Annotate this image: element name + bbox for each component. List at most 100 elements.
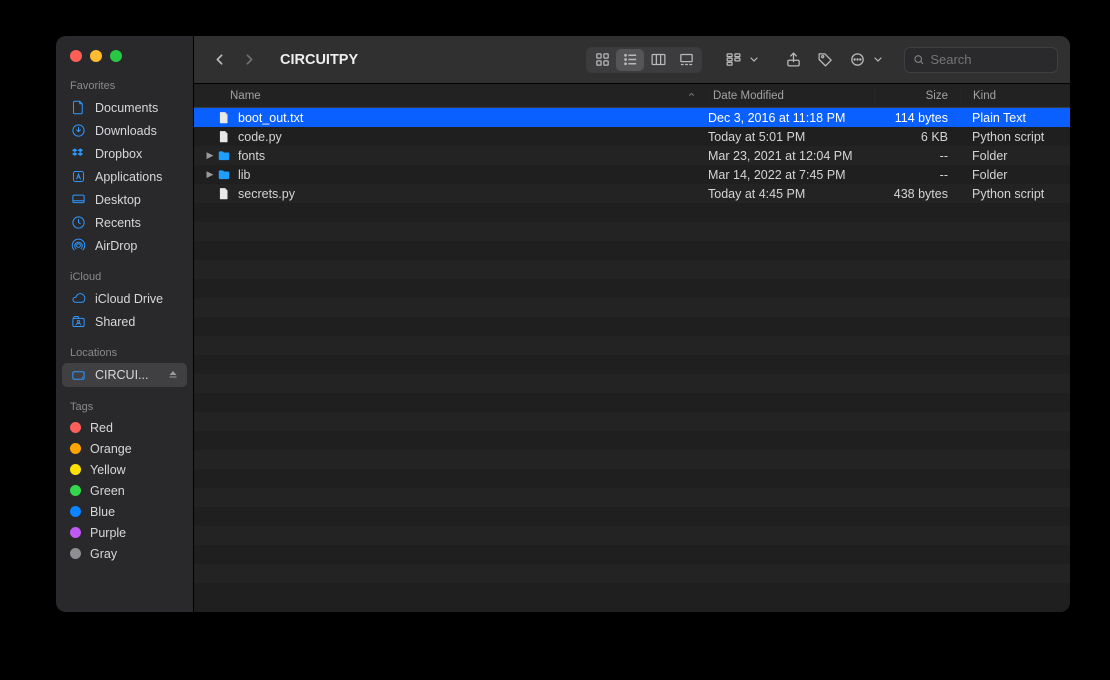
sidebar-item[interactable]: Yellow bbox=[56, 459, 193, 480]
action-menu-caret-icon[interactable] bbox=[872, 47, 884, 73]
empty-row bbox=[194, 488, 1070, 507]
column-header-name-label: Name bbox=[230, 90, 261, 102]
main-panel: CIRCUITPY bbox=[194, 36, 1070, 612]
file-row[interactable]: ▶fontsMar 23, 2021 at 12:04 PM--Folder bbox=[194, 146, 1070, 165]
column-view-button[interactable] bbox=[644, 49, 672, 71]
sidebar-item-label: Orange bbox=[90, 442, 132, 456]
sidebar-item[interactable]: Downloads bbox=[56, 119, 193, 142]
sidebar-item[interactable]: Recents bbox=[56, 211, 193, 234]
disclosure-triangle-icon[interactable]: ▶ bbox=[204, 150, 216, 161]
sidebar-item[interactable]: Documents bbox=[56, 96, 193, 119]
file-kind: Plain Text bbox=[960, 111, 1070, 125]
action-menu-button[interactable] bbox=[844, 47, 870, 73]
file-kind: Folder bbox=[960, 168, 1070, 182]
tag-dot-icon bbox=[70, 527, 81, 538]
sidebar-item[interactable]: Purple bbox=[56, 522, 193, 543]
file-name: lib bbox=[238, 168, 251, 182]
group-by-button[interactable] bbox=[720, 47, 746, 73]
file-date: Today at 5:01 PM bbox=[708, 130, 874, 144]
forward-button[interactable] bbox=[236, 47, 262, 73]
column-header-size[interactable]: Size bbox=[874, 90, 960, 102]
sidebar-section-label: Favorites bbox=[56, 72, 193, 96]
search-icon bbox=[913, 53, 924, 66]
empty-row bbox=[194, 393, 1070, 412]
fullscreen-window-button[interactable] bbox=[110, 50, 122, 62]
sidebar-item[interactable]: Shared bbox=[56, 310, 193, 333]
file-list[interactable]: boot_out.txtDec 3, 2016 at 11:18 PM114 b… bbox=[194, 108, 1070, 612]
file-size: -- bbox=[874, 168, 960, 182]
disclosure-triangle-icon[interactable]: ▶ bbox=[204, 169, 216, 180]
tag-dot-icon bbox=[70, 464, 81, 475]
empty-row bbox=[194, 222, 1070, 241]
empty-row bbox=[194, 583, 1070, 602]
sidebar-item[interactable]: iCloud Drive bbox=[56, 287, 193, 310]
column-headers: Name Date Modified Size Kind bbox=[194, 84, 1070, 108]
sidebar-item[interactable]: AirDrop bbox=[56, 234, 193, 257]
sidebar-item[interactable]: Green bbox=[56, 480, 193, 501]
empty-row bbox=[194, 355, 1070, 374]
download-icon bbox=[70, 123, 86, 139]
sidebar-item[interactable]: CIRCUI... bbox=[62, 363, 187, 387]
sidebar-item[interactable]: Dropbox bbox=[56, 142, 193, 165]
tag-dot-icon bbox=[70, 485, 81, 496]
empty-row bbox=[194, 545, 1070, 564]
dropbox-icon bbox=[70, 146, 86, 162]
window-controls bbox=[56, 36, 193, 72]
tag-dot-icon bbox=[70, 506, 81, 517]
gallery-view-button[interactable] bbox=[672, 49, 700, 71]
file-name: secrets.py bbox=[238, 187, 295, 201]
file-size: 438 bytes bbox=[874, 187, 960, 201]
file-kind: Folder bbox=[960, 149, 1070, 163]
sidebar-section-label: Tags bbox=[56, 393, 193, 417]
empty-row bbox=[194, 260, 1070, 279]
tag-button[interactable] bbox=[812, 47, 838, 73]
sidebar-item[interactable]: Applications bbox=[56, 165, 193, 188]
empty-row bbox=[194, 241, 1070, 260]
search-input[interactable] bbox=[930, 52, 1049, 67]
file-row[interactable]: secrets.py Today at 4:45 PM438 bytesPytho… bbox=[194, 184, 1070, 203]
column-header-name[interactable]: Name bbox=[230, 90, 708, 102]
sidebar-item-label: Documents bbox=[95, 101, 158, 115]
back-button[interactable] bbox=[206, 47, 232, 73]
icon-view-button[interactable] bbox=[588, 49, 616, 71]
sidebar-item-label: iCloud Drive bbox=[95, 292, 163, 306]
empty-row bbox=[194, 203, 1070, 222]
sidebar-item-label: CIRCUI... bbox=[95, 368, 148, 382]
share-button[interactable] bbox=[780, 47, 806, 73]
sidebar-item[interactable]: Red bbox=[56, 417, 193, 438]
file-icon bbox=[216, 129, 232, 145]
sidebar-item-label: Gray bbox=[90, 547, 117, 561]
close-window-button[interactable] bbox=[70, 50, 82, 62]
search-field[interactable] bbox=[904, 47, 1058, 73]
eject-icon[interactable] bbox=[167, 368, 179, 383]
column-header-date[interactable]: Date Modified bbox=[708, 90, 874, 102]
sidebar-item[interactable]: Desktop bbox=[56, 188, 193, 211]
file-row[interactable]: ▶libMar 14, 2022 at 7:45 PM--Folder bbox=[194, 165, 1070, 184]
shared-icon bbox=[70, 314, 86, 330]
sidebar-item[interactable]: Orange bbox=[56, 438, 193, 459]
empty-row bbox=[194, 431, 1070, 450]
app-icon bbox=[70, 169, 86, 185]
file-kind: Python script bbox=[960, 187, 1070, 201]
sidebar-item-label: AirDrop bbox=[95, 239, 137, 253]
file-row[interactable]: boot_out.txtDec 3, 2016 at 11:18 PM114 b… bbox=[194, 108, 1070, 127]
empty-row bbox=[194, 450, 1070, 469]
tag-dot-icon bbox=[70, 443, 81, 454]
group-by-caret-icon[interactable] bbox=[748, 47, 760, 73]
minimize-window-button[interactable] bbox=[90, 50, 102, 62]
column-header-kind[interactable]: Kind bbox=[960, 90, 1070, 102]
clock-icon bbox=[70, 215, 86, 231]
tag-dot-icon bbox=[70, 548, 81, 559]
empty-row bbox=[194, 507, 1070, 526]
file-date: Today at 4:45 PM bbox=[708, 187, 874, 201]
sidebar-item[interactable]: Gray bbox=[56, 543, 193, 564]
sidebar-item-label: Dropbox bbox=[95, 147, 142, 161]
list-view-button[interactable] bbox=[616, 49, 644, 71]
empty-row bbox=[194, 317, 1070, 336]
cloud-icon bbox=[70, 291, 86, 307]
file-name: code.py bbox=[238, 130, 282, 144]
toolbar: CIRCUITPY bbox=[194, 36, 1070, 84]
file-row[interactable]: code.pyToday at 5:01 PM6 KBPython script bbox=[194, 127, 1070, 146]
sidebar-item[interactable]: Blue bbox=[56, 501, 193, 522]
file-name: boot_out.txt bbox=[238, 111, 303, 125]
